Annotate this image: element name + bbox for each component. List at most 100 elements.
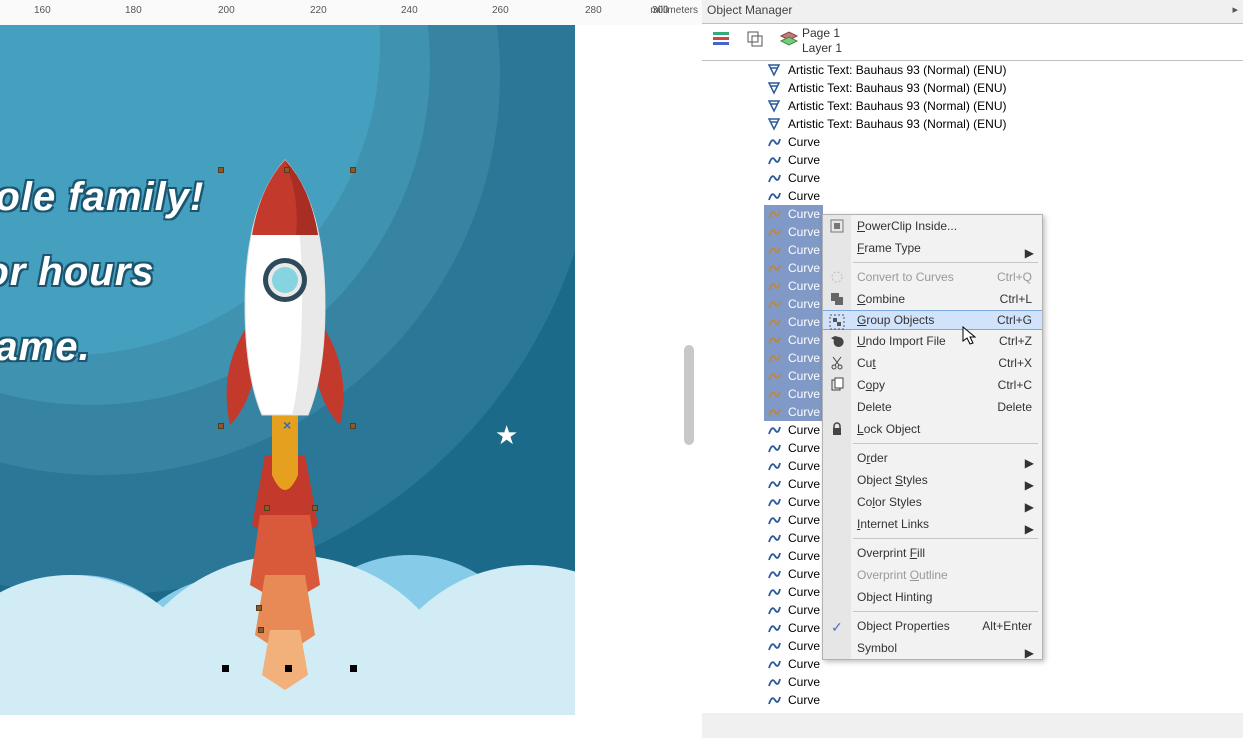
ctx-lock[interactable]: Lock Object xyxy=(823,418,1042,440)
canvas-text-line: game. xyxy=(0,325,91,370)
ctx-object-styles[interactable]: Object Styles▶ xyxy=(823,469,1042,491)
edit-across-layers-icon[interactable] xyxy=(744,28,766,50)
splitter-thumb[interactable] xyxy=(684,345,694,445)
panel-menu-icon[interactable]: ▸ xyxy=(1232,3,1238,16)
tree-item[interactable]: Curve xyxy=(764,673,823,691)
group-icon xyxy=(828,313,846,331)
tree-item[interactable]: Curve xyxy=(764,295,823,313)
tree-item[interactable]: Curve xyxy=(764,529,823,547)
tree-item[interactable]: Curve xyxy=(764,313,823,331)
curve-icon xyxy=(767,153,781,167)
page-layer-label[interactable]: Page 1 Layer 1 xyxy=(802,26,842,56)
curve-icon xyxy=(767,495,781,509)
tree-item-label: Artistic Text: Bauhaus 93 (Normal) (ENU) xyxy=(788,81,1007,95)
star-icon: ★ xyxy=(495,420,518,451)
tree-item[interactable]: Curve xyxy=(764,655,823,673)
ctx-order[interactable]: Order▶ xyxy=(823,447,1042,469)
tree-item-label: Curve xyxy=(788,189,820,203)
tree-item[interactable]: Curve xyxy=(764,637,823,655)
ctx-internet-links[interactable]: Internet Links▶ xyxy=(823,513,1042,535)
tree-item[interactable]: Curve xyxy=(764,151,823,169)
selection-handle[interactable] xyxy=(350,665,357,672)
ctx-color-styles[interactable]: Color Styles▶ xyxy=(823,491,1042,513)
tree-item[interactable]: Curve xyxy=(764,133,823,151)
ctx-convert-curves: Convert to CurvesCtrl+Q xyxy=(823,266,1042,288)
artistic-text-icon xyxy=(767,117,781,131)
submenu-arrow-icon: ▶ xyxy=(1025,518,1034,540)
tree-item[interactable]: Curve xyxy=(764,331,823,349)
tree-item[interactable]: Curve xyxy=(764,691,823,709)
tree-item[interactable]: Curve xyxy=(764,187,823,205)
selection-handle[interactable] xyxy=(256,605,262,611)
tree-item[interactable]: Curve xyxy=(764,385,823,403)
tree-item[interactable]: Curve xyxy=(764,223,823,241)
curve-icon xyxy=(767,423,781,437)
tree-item[interactable]: Curve xyxy=(764,511,823,529)
ctx-group-objects[interactable]: Group ObjectsCtrl+G xyxy=(823,310,1042,330)
tree-item[interactable]: Curve xyxy=(764,403,823,421)
tree-item[interactable]: Curve xyxy=(764,169,823,187)
ctx-powerclip[interactable]: PPowerClip Inside...owerClip Inside... xyxy=(823,215,1042,237)
tree-item[interactable]: Curve xyxy=(764,439,823,457)
selection-handle[interactable] xyxy=(222,665,229,672)
layer-manager-view-icon[interactable] xyxy=(710,28,732,50)
curve-icon xyxy=(767,261,781,275)
selection-handle[interactable] xyxy=(258,627,264,633)
context-menu: PPowerClip Inside...owerClip Inside... F… xyxy=(822,214,1043,660)
ctx-combine[interactable]: CombineCtrl+L xyxy=(823,288,1042,310)
tree-item-label: Curve xyxy=(788,657,820,671)
ctx-frame-type[interactable]: Frame Type▶ xyxy=(823,237,1042,259)
tree-item[interactable]: Curve xyxy=(764,421,823,439)
selection-handle[interactable] xyxy=(218,423,224,429)
submenu-arrow-icon: ▶ xyxy=(1025,642,1034,664)
tree-item-label: Curve xyxy=(788,315,820,329)
tree-item[interactable]: Curve xyxy=(764,565,823,583)
curve-icon xyxy=(767,477,781,491)
tree-item[interactable]: Artistic Text: Bauhaus 93 (Normal) (ENU) xyxy=(764,61,1010,79)
curve-icon xyxy=(767,675,781,689)
ruler-tick: 160 xyxy=(34,5,51,16)
tree-item-label: Curve xyxy=(788,513,820,527)
tree-item-label: Curve xyxy=(788,279,820,293)
tree-item[interactable]: Curve xyxy=(764,367,823,385)
tree-item[interactable]: Curve xyxy=(764,493,823,511)
panel-toolbar: Page 1 Layer 1 xyxy=(702,23,1243,61)
tree-item[interactable]: Curve xyxy=(764,205,823,223)
ctx-object-properties[interactable]: Object PropertiesAlt+Enter xyxy=(823,615,1042,637)
ctx-cut[interactable]: CutCtrl+X xyxy=(823,352,1042,374)
tree-item[interactable]: Curve xyxy=(764,475,823,493)
selection-handle[interactable] xyxy=(218,167,224,173)
tree-item[interactable]: Artistic Text: Bauhaus 93 (Normal) (ENU) xyxy=(764,79,1010,97)
tree-item[interactable]: Curve xyxy=(764,457,823,475)
tree-item[interactable]: Artistic Text: Bauhaus 93 (Normal) (ENU) xyxy=(764,97,1010,115)
tree-item[interactable]: Curve xyxy=(764,277,823,295)
selection-handle[interactable] xyxy=(350,167,356,173)
selection-handle[interactable] xyxy=(312,505,318,511)
ctx-undo[interactable]: Undo Import FileCtrl+Z xyxy=(823,330,1042,352)
ctx-symbol[interactable]: Symbol▶ xyxy=(823,637,1042,659)
ctx-delete[interactable]: DeleteDelete xyxy=(823,396,1042,418)
ctx-copy[interactable]: CopyCtrl+C xyxy=(823,374,1042,396)
tree-item[interactable]: Curve xyxy=(764,259,823,277)
tree-item[interactable]: Curve xyxy=(764,619,823,637)
curve-icon xyxy=(767,549,781,563)
tree-item-label: Curve xyxy=(788,477,820,491)
ctx-overprint-fill[interactable]: Overprint Fill xyxy=(823,542,1042,564)
document-canvas[interactable]: hole family! for hours game. ★ xyxy=(0,25,575,715)
tree-item-label: Curve xyxy=(788,225,820,239)
ctx-object-hinting[interactable]: Object Hinting xyxy=(823,586,1042,608)
selection-center-icon[interactable]: × xyxy=(283,417,291,433)
layer-manager-icon[interactable] xyxy=(778,28,800,50)
tree-item[interactable]: Curve xyxy=(764,349,823,367)
selection-handle[interactable] xyxy=(350,423,356,429)
tree-item-label: Curve xyxy=(788,351,820,365)
selection-handle[interactable] xyxy=(284,167,290,173)
tree-item[interactable]: Curve xyxy=(764,241,823,259)
panel-splitter[interactable] xyxy=(680,25,700,738)
tree-item[interactable]: Curve xyxy=(764,601,823,619)
tree-item[interactable]: Curve xyxy=(764,547,823,565)
tree-item[interactable]: Curve xyxy=(764,583,823,601)
tree-item[interactable]: Artistic Text: Bauhaus 93 (Normal) (ENU) xyxy=(764,115,1010,133)
selection-handle[interactable] xyxy=(264,505,270,511)
selection-handle[interactable] xyxy=(285,665,292,672)
